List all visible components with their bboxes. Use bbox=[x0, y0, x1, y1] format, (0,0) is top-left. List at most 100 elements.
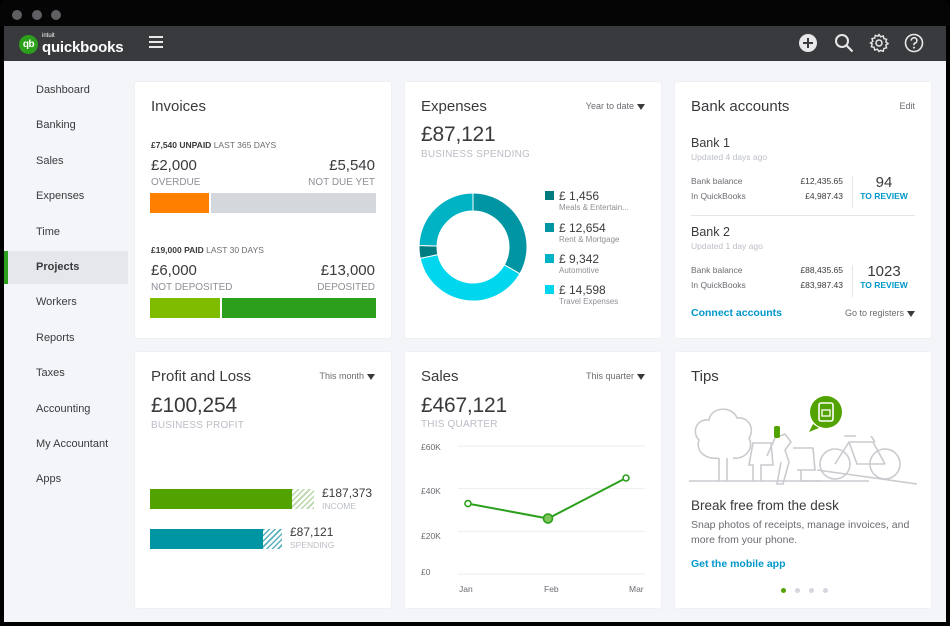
deposited-amount: £13,000 bbox=[320, 262, 375, 279]
sidebar-item-apps[interactable]: Apps bbox=[4, 463, 128, 496]
bank-accounts-card: Bank accounts Edit Bank 1 Updated 4 days… bbox=[675, 82, 931, 338]
not-due-amount: £5,540 bbox=[329, 157, 375, 174]
donut-slice[interactable] bbox=[418, 192, 474, 247]
profit-loss-title: Profit and Loss bbox=[151, 368, 252, 385]
legend-label: Travel Expenses bbox=[559, 297, 619, 306]
legend-amount: £ 9,342 bbox=[559, 252, 600, 266]
bank-2-qb-balance: £83,987.43 bbox=[800, 280, 843, 290]
legend-amount: £ 1,456 bbox=[559, 189, 600, 203]
sales-line bbox=[467, 477, 627, 520]
overdue-amount: £2,000 bbox=[151, 157, 197, 174]
in-quickbooks-label: In QuickBooks bbox=[691, 191, 746, 201]
caret-down-icon bbox=[367, 373, 375, 380]
not-deposited-bar[interactable] bbox=[150, 298, 220, 318]
carousel-dot[interactable] bbox=[823, 588, 828, 593]
sidebar: Dashboard Banking Sales Expenses Time Pr… bbox=[4, 61, 132, 622]
data-point-mar[interactable] bbox=[622, 474, 630, 482]
tips-card: Tips Break free from the desk Snap photo… bbox=[675, 352, 931, 608]
invoices-title: Invoices bbox=[151, 98, 207, 115]
expenses-total: £87,121 bbox=[421, 123, 496, 146]
donut-slice[interactable] bbox=[472, 192, 528, 275]
caret-down-icon bbox=[907, 310, 915, 317]
spending-bar[interactable] bbox=[150, 529, 263, 549]
bank-2-to-review-link[interactable]: TO REVIEW bbox=[853, 280, 915, 290]
legend-swatch bbox=[545, 254, 554, 263]
spending-bar-pending bbox=[263, 529, 282, 549]
qb-logo-icon: qb bbox=[19, 35, 38, 54]
expenses-total-label: BUSINESS SPENDING bbox=[421, 149, 530, 160]
sales-line-chart[interactable] bbox=[405, 352, 661, 608]
sales-card[interactable]: Sales This quarter £467,121 THIS QUARTER… bbox=[405, 352, 661, 608]
bank-1-to-review-link[interactable]: TO REVIEW bbox=[853, 191, 915, 201]
window-maximize-button[interactable] bbox=[51, 10, 61, 20]
bank-accounts-title: Bank accounts bbox=[691, 98, 790, 115]
connect-accounts-link[interactable]: Connect accounts bbox=[691, 307, 782, 319]
caret-down-icon bbox=[637, 103, 645, 110]
bank-1-balance: £12,435.65 bbox=[800, 176, 843, 186]
plus-circle-icon[interactable] bbox=[798, 33, 818, 53]
sidebar-item-reports[interactable]: Reports bbox=[4, 322, 128, 355]
profit-loss-period-dropdown[interactable]: This month bbox=[319, 371, 375, 381]
donut-slice[interactable] bbox=[419, 253, 521, 302]
bank-2-updated: Updated 1 day ago bbox=[691, 241, 763, 251]
paid-summary: £19,000 PAID LAST 30 DAYS bbox=[151, 245, 264, 255]
bank-1-review-count[interactable]: 94 bbox=[853, 174, 915, 191]
expenses-card[interactable]: Expenses Year to date £87,121 BUSINESS S… bbox=[405, 82, 661, 338]
mobile-app-illustration bbox=[689, 396, 917, 485]
sidebar-item-dashboard[interactable]: Dashboard bbox=[4, 74, 128, 107]
carousel-dot[interactable] bbox=[795, 588, 800, 593]
not-deposited-label: NOT DEPOSITED bbox=[151, 282, 233, 293]
profit-loss-card[interactable]: Profit and Loss This month £100,254 BUSI… bbox=[135, 352, 391, 608]
expenses-donut-chart[interactable] bbox=[417, 191, 529, 303]
sidebar-item-expenses[interactable]: Expenses bbox=[4, 180, 128, 213]
data-point-feb[interactable] bbox=[542, 513, 554, 524]
expenses-title: Expenses bbox=[421, 98, 487, 115]
unpaid-summary: £7,540 UNPAID LAST 365 DAYS bbox=[151, 140, 277, 150]
legend-swatch bbox=[545, 191, 554, 200]
sidebar-item-accounting[interactable]: Accounting bbox=[4, 393, 128, 426]
tips-body: Snap photos of receipts, manage invoices… bbox=[691, 519, 910, 546]
data-point-jan[interactable] bbox=[464, 499, 472, 508]
get-mobile-app-link[interactable]: Get the mobile app bbox=[691, 558, 786, 570]
income-bar[interactable] bbox=[150, 489, 292, 509]
sidebar-item-projects[interactable]: Projects bbox=[4, 251, 128, 284]
brand-name: quickbooks bbox=[42, 39, 124, 56]
window-titlebar bbox=[0, 0, 950, 26]
overdue-bar[interactable] bbox=[150, 193, 209, 213]
bank-1-name[interactable]: Bank 1 bbox=[691, 136, 730, 150]
bank-2-review-count[interactable]: 1023 bbox=[853, 263, 915, 280]
bank-1-qb-balance: £4,987.43 bbox=[805, 191, 843, 201]
bank-balance-label: Bank balance bbox=[691, 265, 743, 275]
search-icon[interactable] bbox=[834, 33, 854, 53]
window-minimize-button[interactable] bbox=[32, 10, 42, 20]
bank-2-name[interactable]: Bank 2 bbox=[691, 225, 730, 239]
carousel-dot[interactable] bbox=[809, 588, 814, 593]
sidebar-item-banking[interactable]: Banking bbox=[4, 109, 128, 142]
deposited-label: DEPOSITED bbox=[317, 282, 375, 293]
go-to-registers-dropdown[interactable]: Go to registers bbox=[845, 308, 915, 318]
not-due-bar[interactable] bbox=[211, 193, 376, 213]
invoices-card[interactable]: Invoices £7,540 UNPAID LAST 365 DAYS £2,… bbox=[135, 82, 391, 338]
sidebar-item-taxes[interactable]: Taxes bbox=[4, 357, 128, 390]
profit-total-label: BUSINESS PROFIT bbox=[151, 420, 245, 431]
dashboard-main: Invoices £7,540 UNPAID LAST 365 DAYS £2,… bbox=[132, 61, 946, 622]
legend-label: Meals & Entertain... bbox=[559, 203, 629, 212]
sidebar-item-my-accountant[interactable]: My Accountant bbox=[4, 428, 128, 461]
hamburger-menu-icon[interactable] bbox=[149, 36, 163, 48]
sidebar-item-time[interactable]: Time bbox=[4, 216, 128, 249]
quickbooks-logo[interactable]: qb intuit quickbooks bbox=[19, 33, 124, 56]
top-navbar: qb intuit quickbooks bbox=[4, 26, 946, 61]
legend-amount: £ 12,654 bbox=[559, 221, 606, 235]
not-deposited-amount: £6,000 bbox=[151, 262, 197, 279]
sidebar-item-workers[interactable]: Workers bbox=[4, 286, 128, 319]
deposited-bar[interactable] bbox=[222, 298, 376, 318]
bank-edit-link[interactable]: Edit bbox=[899, 101, 915, 111]
help-icon[interactable] bbox=[904, 33, 924, 53]
sidebar-item-sales[interactable]: Sales bbox=[4, 145, 128, 178]
legend-label: Rent & Mortgage bbox=[559, 235, 620, 244]
overdue-label: OVERDUE bbox=[151, 177, 201, 188]
window-close-button[interactable] bbox=[12, 10, 22, 20]
gear-icon[interactable] bbox=[869, 33, 889, 53]
carousel-dot-active[interactable] bbox=[781, 588, 786, 593]
expenses-period-dropdown[interactable]: Year to date bbox=[586, 101, 645, 111]
